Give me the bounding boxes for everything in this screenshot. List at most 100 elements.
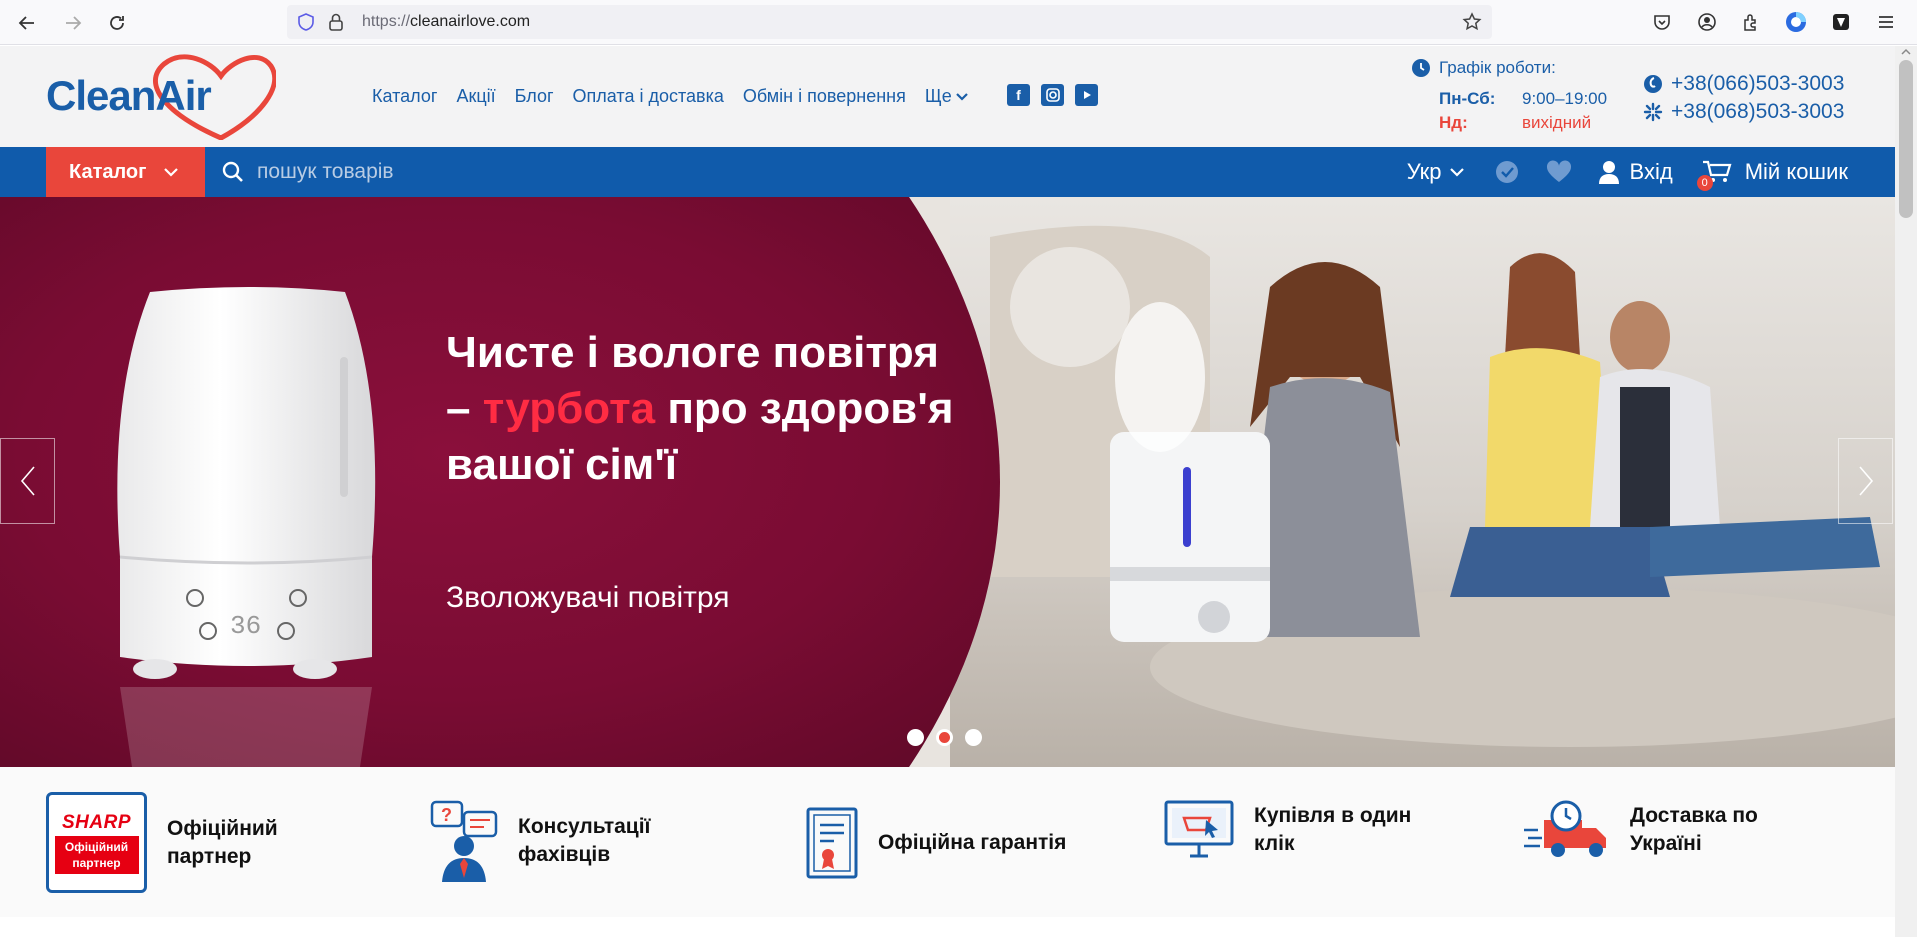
hero-family-photo xyxy=(950,197,1895,767)
url-host: cleanairlove.com xyxy=(410,13,531,30)
chevron-down-icon xyxy=(955,92,968,101)
bookmark-star-icon[interactable] xyxy=(1462,12,1482,37)
weekday-label: Пн-Сб: xyxy=(1439,89,1496,108)
header-tools: Укр Вхід 0 Мій кошик xyxy=(1407,147,1848,197)
feature-label: Офіційний партнер xyxy=(167,816,278,868)
vodafone-icon xyxy=(1644,75,1662,93)
catalog-button-label: Каталог xyxy=(69,160,147,183)
search-input[interactable] xyxy=(257,160,857,184)
feature-delivery: Доставка по Україні xyxy=(1522,800,1780,860)
menu-item-more-label: Ще xyxy=(924,86,952,106)
badge-partner-text: Офіційний партнер xyxy=(54,835,139,874)
logo[interactable]: CleanAir xyxy=(46,54,276,140)
slider-dot-1[interactable] xyxy=(907,729,924,746)
feature-label: Консультації фахівців xyxy=(518,815,651,866)
search-box xyxy=(222,147,857,197)
consultant-icon: ? xyxy=(430,800,498,882)
site-header: CleanAir Каталог Акції Блог Оплата і дос… xyxy=(0,46,1895,147)
feature-one-click: Купівля в один клік xyxy=(1164,800,1424,860)
humidifier-product-image: 36 xyxy=(117,287,376,767)
phone-kyivstar[interactable]: +38(068)503-3003 xyxy=(1643,98,1844,126)
menu-item-exchange-return[interactable]: Обмін і повернення xyxy=(743,86,906,107)
hero-title-accent: турбота xyxy=(482,384,656,433)
feature-warranty: Офіційна гарантія xyxy=(806,807,1066,879)
menu-item-more[interactable]: Ще xyxy=(925,86,968,107)
delivery-truck-icon xyxy=(1524,800,1606,857)
feature-label: Офіційна гарантія xyxy=(878,831,1067,854)
chevron-down-icon xyxy=(164,167,179,177)
facebook-icon[interactable]: f xyxy=(1007,84,1030,106)
slider-prev-button[interactable] xyxy=(0,438,55,524)
cart-count-badge: 0 xyxy=(1696,175,1713,191)
one-click-icon xyxy=(1164,800,1234,858)
cart-button[interactable]: 0 Мій кошик xyxy=(1696,159,1848,191)
back-button[interactable] xyxy=(12,8,42,38)
features-strip: SHARP Офіційний партнер Офіційний партне… xyxy=(0,767,1895,917)
url-text: https://cleanairlove.com xyxy=(362,13,530,31)
menu-item-payment-delivery[interactable]: Оплата і доставка xyxy=(573,86,724,107)
instagram-icon[interactable] xyxy=(1041,84,1064,106)
chevron-right-icon xyxy=(1858,466,1873,496)
work-hours: Графік роботи: Пн-Сб: 9:00–19:00 Нд: вих… xyxy=(1411,58,1607,132)
account-icon[interactable] xyxy=(1695,10,1719,34)
clock-icon xyxy=(1412,59,1430,77)
lock-icon[interactable] xyxy=(328,13,344,36)
logo-text: CleanAir xyxy=(46,72,212,119)
hero-subtitle: Зволожувачі повітря xyxy=(446,581,730,614)
extension-c-icon[interactable] xyxy=(1784,10,1808,34)
login-button[interactable]: Вхід xyxy=(1598,159,1673,185)
reload-button[interactable] xyxy=(102,8,132,38)
phone-number-1: +38(066)503-3003 xyxy=(1671,72,1845,95)
hero-slider[interactable]: 36 Чисте і вологе повітря – турбота про … xyxy=(0,197,1895,767)
hero-title: Чисте і вологе повітря – турбота про здо… xyxy=(446,325,966,493)
user-icon xyxy=(1598,161,1619,184)
wishlist-icon[interactable] xyxy=(1546,159,1572,185)
feature-consultation: ? Консультації фахівців xyxy=(430,800,668,882)
feature-label: Купівля в один клік xyxy=(1254,804,1412,855)
page-scrollbar[interactable] xyxy=(1895,46,1917,937)
feature-official-partner: SHARP Офіційний партнер Офіційний партне… xyxy=(46,792,317,893)
forward-button[interactable] xyxy=(58,8,88,38)
slider-dot-2[interactable] xyxy=(936,729,953,746)
menu-item-catalog[interactable]: Каталог xyxy=(372,86,437,107)
hours-title: Графік роботи: xyxy=(1439,58,1556,77)
slider-dot-3[interactable] xyxy=(965,729,982,746)
scrollbar-thumb[interactable] xyxy=(1899,60,1913,218)
slider-next-button[interactable] xyxy=(1838,438,1893,524)
menu-item-blog[interactable]: Блог xyxy=(515,86,554,107)
search-icon[interactable] xyxy=(222,161,244,183)
sunday-label: Нд: xyxy=(1439,113,1468,132)
svg-text:?: ? xyxy=(441,805,452,825)
feature-label: Доставка по Україні xyxy=(1630,804,1758,855)
chevron-down-icon xyxy=(1449,167,1464,177)
social-links: f xyxy=(1007,84,1098,106)
youtube-icon[interactable] xyxy=(1075,84,1098,106)
tracking-shield-icon[interactable] xyxy=(297,13,315,36)
language-label: Укр xyxy=(1406,159,1442,184)
chevron-left-icon xyxy=(20,466,35,496)
pocket-icon[interactable] xyxy=(1650,10,1674,34)
sharp-logo-text: SHARP xyxy=(61,811,131,833)
compare-icon[interactable] xyxy=(1494,159,1520,185)
extensions-icon[interactable] xyxy=(1739,10,1763,34)
extension-shield-icon[interactable] xyxy=(1829,10,1853,34)
phone-number-2: +38(068)503-3003 xyxy=(1671,100,1845,123)
menu-icon[interactable] xyxy=(1874,10,1898,34)
slider-pagination xyxy=(907,729,982,746)
phone-vodafone[interactable]: +38(066)503-3003 xyxy=(1643,70,1844,98)
weekday-time: 9:00–19:00 xyxy=(1522,89,1608,108)
phones: +38(066)503-3003 +38(068)503-3003 xyxy=(1643,70,1844,126)
search-bar-row: Каталог Укр Вхід 0 Мій кошик xyxy=(0,147,1895,197)
browser-toolbar: https://cleanairlove.com xyxy=(0,0,1917,45)
language-selector[interactable]: Укр xyxy=(1407,159,1464,185)
catalog-button[interactable]: Каталог xyxy=(46,147,205,197)
scroll-up-icon[interactable] xyxy=(1895,46,1917,58)
kyivstar-icon xyxy=(1643,102,1663,122)
main-menu: Каталог Акції Блог Оплата і доставка Обм… xyxy=(372,86,968,107)
address-bar[interactable]: https://cleanairlove.com xyxy=(287,5,1492,39)
login-label: Вхід xyxy=(1629,159,1673,184)
cart-label: Мій кошик xyxy=(1744,159,1848,184)
hero-red-panel: 36 Чисте і вологе повітря – турбота про … xyxy=(0,197,1000,767)
sunday-time: вихідний xyxy=(1522,113,1592,132)
menu-item-promotions[interactable]: Акції xyxy=(456,86,495,107)
